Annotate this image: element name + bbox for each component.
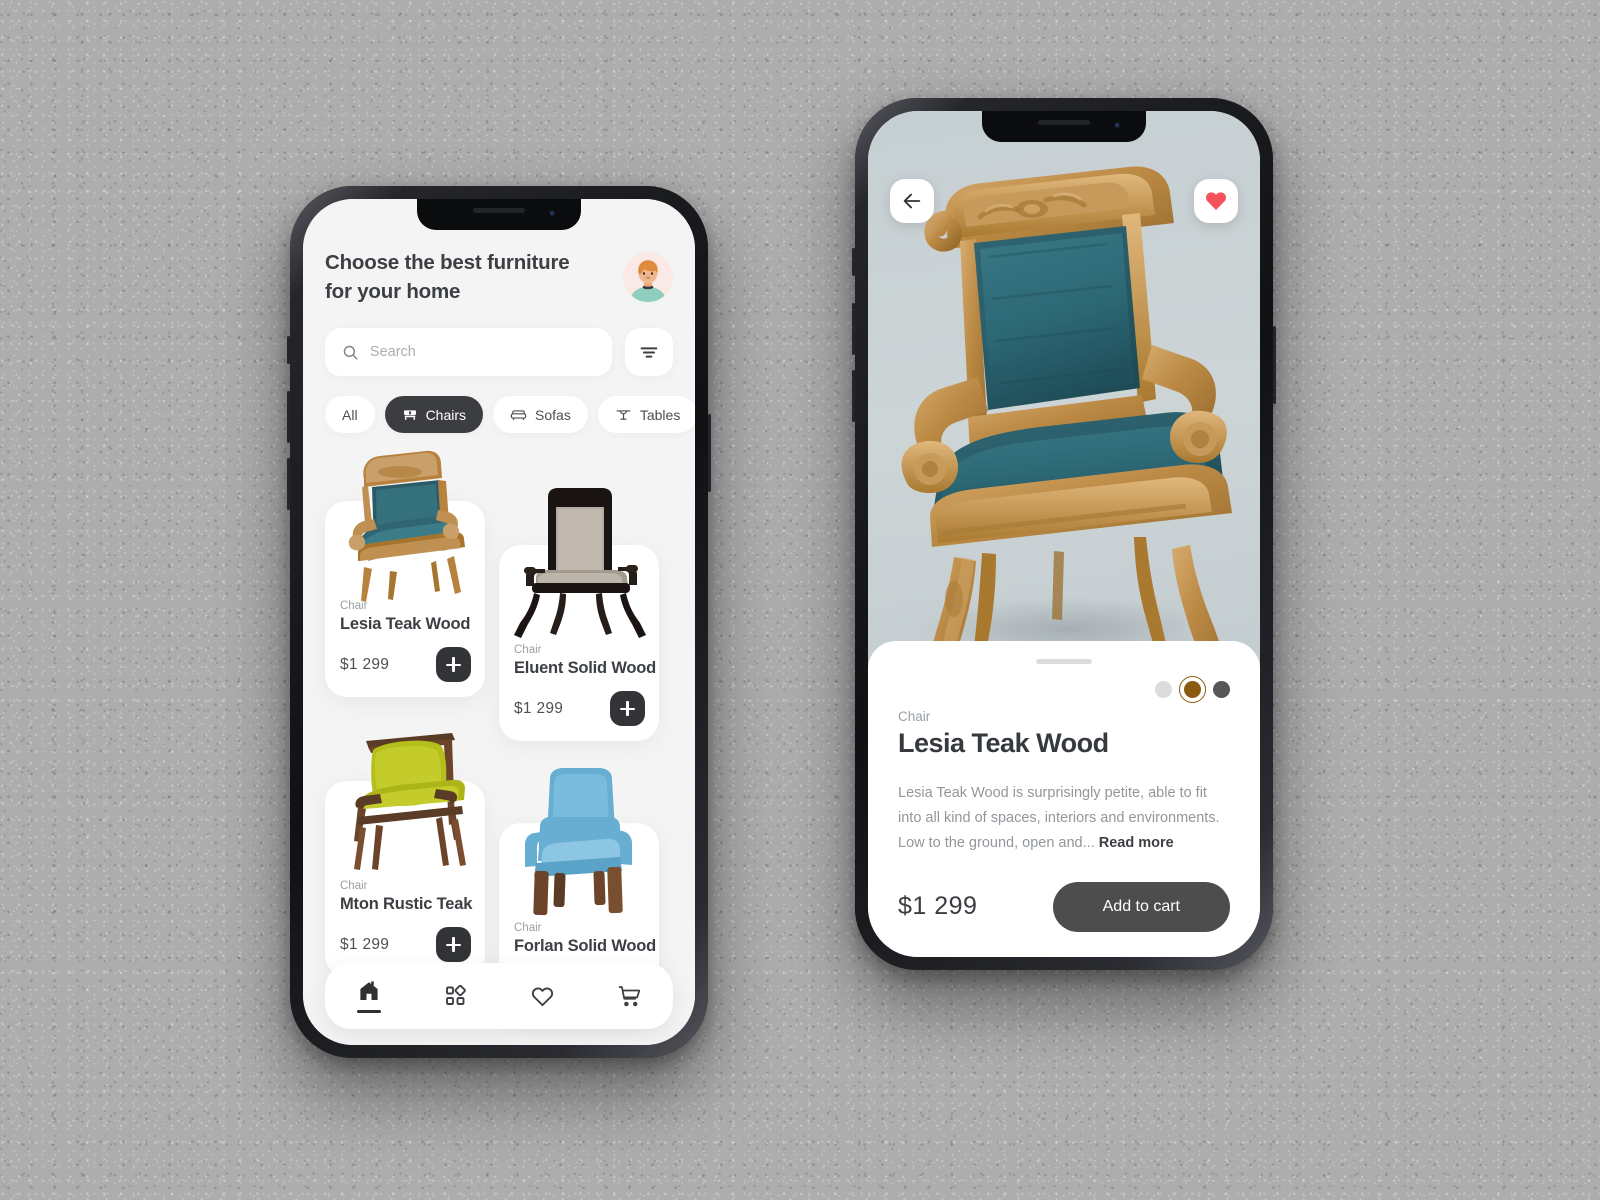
product-category: Chair [514, 922, 542, 935]
arrow-left-icon [903, 193, 921, 209]
purchase-row: $1 299 Add to cart [898, 881, 1230, 932]
product-price: $1 299 [898, 892, 978, 921]
tab-favorites[interactable] [515, 984, 571, 1009]
chair-photo-eluent [514, 488, 646, 639]
chip-chairs[interactable]: Chairs [384, 396, 484, 434]
product-category: Chair [514, 644, 542, 657]
product-image [499, 763, 659, 939]
avatar-illustration [623, 252, 673, 302]
phone-notch [417, 199, 581, 230]
filter-icon [640, 347, 658, 358]
cart-icon [618, 985, 641, 1006]
add-to-cart-button[interactable]: Add to cart [1052, 881, 1230, 932]
phone-mockup-detail: Chair Lesia Teak Wood Lesia Teak Wood is… [852, 98, 1276, 970]
grid-icon [445, 984, 466, 1005]
category-chips: All Chairs Sofas Tables [303, 376, 695, 434]
product-price: $1 299 [340, 935, 390, 953]
tab-cart[interactable] [602, 984, 658, 1009]
chip-label: Sofas [535, 406, 571, 423]
product-name: Eluent Solid Wood [514, 659, 657, 678]
chip-label: All [342, 406, 358, 423]
avatar[interactable] [623, 252, 673, 302]
drag-handle[interactable] [1036, 659, 1092, 664]
product-name: Forlan Solid Wood [514, 937, 657, 956]
product-price: $1 299 [514, 699, 564, 717]
chair-photo-forlan [525, 768, 632, 916]
product-grid: Chair Lesia Teak Wood $1 299 Chair Eluen… [303, 433, 695, 1020]
chair-icon [403, 410, 416, 420]
heart-icon [531, 987, 554, 1006]
add-to-cart-button[interactable] [436, 927, 471, 963]
chair-photo-lesia [348, 451, 465, 603]
chip-label: Tables [639, 406, 681, 423]
product-category: Chair [340, 600, 368, 613]
product-category: Chair [340, 880, 368, 893]
color-swatch-dark-gray[interactable] [1213, 681, 1230, 698]
filter-button[interactable] [625, 328, 673, 377]
chip-label: Chairs [425, 406, 467, 423]
product-image [325, 443, 485, 618]
product-detail-screen: Chair Lesia Teak Wood Lesia Teak Wood is… [868, 111, 1260, 957]
home-screen: Choose the best furniture for your home [303, 199, 695, 1045]
search-row [303, 306, 695, 377]
table-icon [616, 410, 631, 421]
add-to-cart-button[interactable] [436, 647, 471, 683]
product-name: Mton Rustic Teak [340, 895, 473, 914]
product-card[interactable]: Chair Eluent Solid Wood $1 299 [499, 488, 659, 742]
search-input[interactable] [369, 344, 595, 361]
search-icon [343, 345, 358, 360]
phone-notch [982, 111, 1146, 142]
chair-photo-mton [354, 733, 466, 871]
page-title: Choose the best furniture for your home [325, 251, 570, 303]
product-title: Lesia Teak Wood [898, 728, 1109, 758]
heart-icon [1206, 192, 1226, 210]
product-name: Lesia Teak Wood [340, 615, 471, 634]
home-icon [359, 981, 378, 1001]
product-price: $1 299 [340, 655, 390, 673]
chip-sofas[interactable]: Sofas [493, 396, 588, 434]
chip-all[interactable]: All [325, 396, 375, 434]
color-swatch-brown[interactable] [1179, 676, 1206, 703]
product-info: Chair Eluent Solid Wood $1 299 [514, 644, 657, 727]
phone-mockup-home: Choose the best furniture for your home [287, 186, 711, 1058]
chip-tables[interactable]: Tables [597, 396, 695, 434]
product-info: Chair Lesia Teak Wood $1 299 [340, 600, 471, 683]
bottom-navigation [325, 963, 673, 1029]
product-image [499, 483, 659, 661]
product-detail-sheet: Chair Lesia Teak Wood Lesia Teak Wood is… [868, 641, 1260, 957]
product-card[interactable]: Chair Mton Rustic Teak $1 299 [325, 733, 485, 978]
back-button[interactable] [890, 179, 934, 223]
search-box[interactable] [325, 328, 612, 377]
color-selector [1155, 676, 1230, 703]
tab-home[interactable] [341, 979, 397, 1013]
read-more-link[interactable]: Read more [1099, 835, 1174, 851]
product-description: Lesia Teak Wood is surprisingly petite, … [898, 781, 1230, 856]
product-info: Chair Mton Rustic Teak $1 299 [340, 880, 473, 963]
active-indicator [356, 1010, 381, 1013]
product-card[interactable]: Chair Lesia Teak Wood $1 299 [325, 451, 485, 698]
product-image [325, 721, 485, 897]
add-to-cart-button[interactable] [610, 691, 645, 727]
tab-categories[interactable] [428, 984, 484, 1008]
color-swatch-light-gray[interactable] [1155, 681, 1172, 698]
background-texture [0, 0, 1600, 1200]
sofa-icon [510, 410, 527, 421]
favorite-button[interactable] [1194, 179, 1238, 223]
